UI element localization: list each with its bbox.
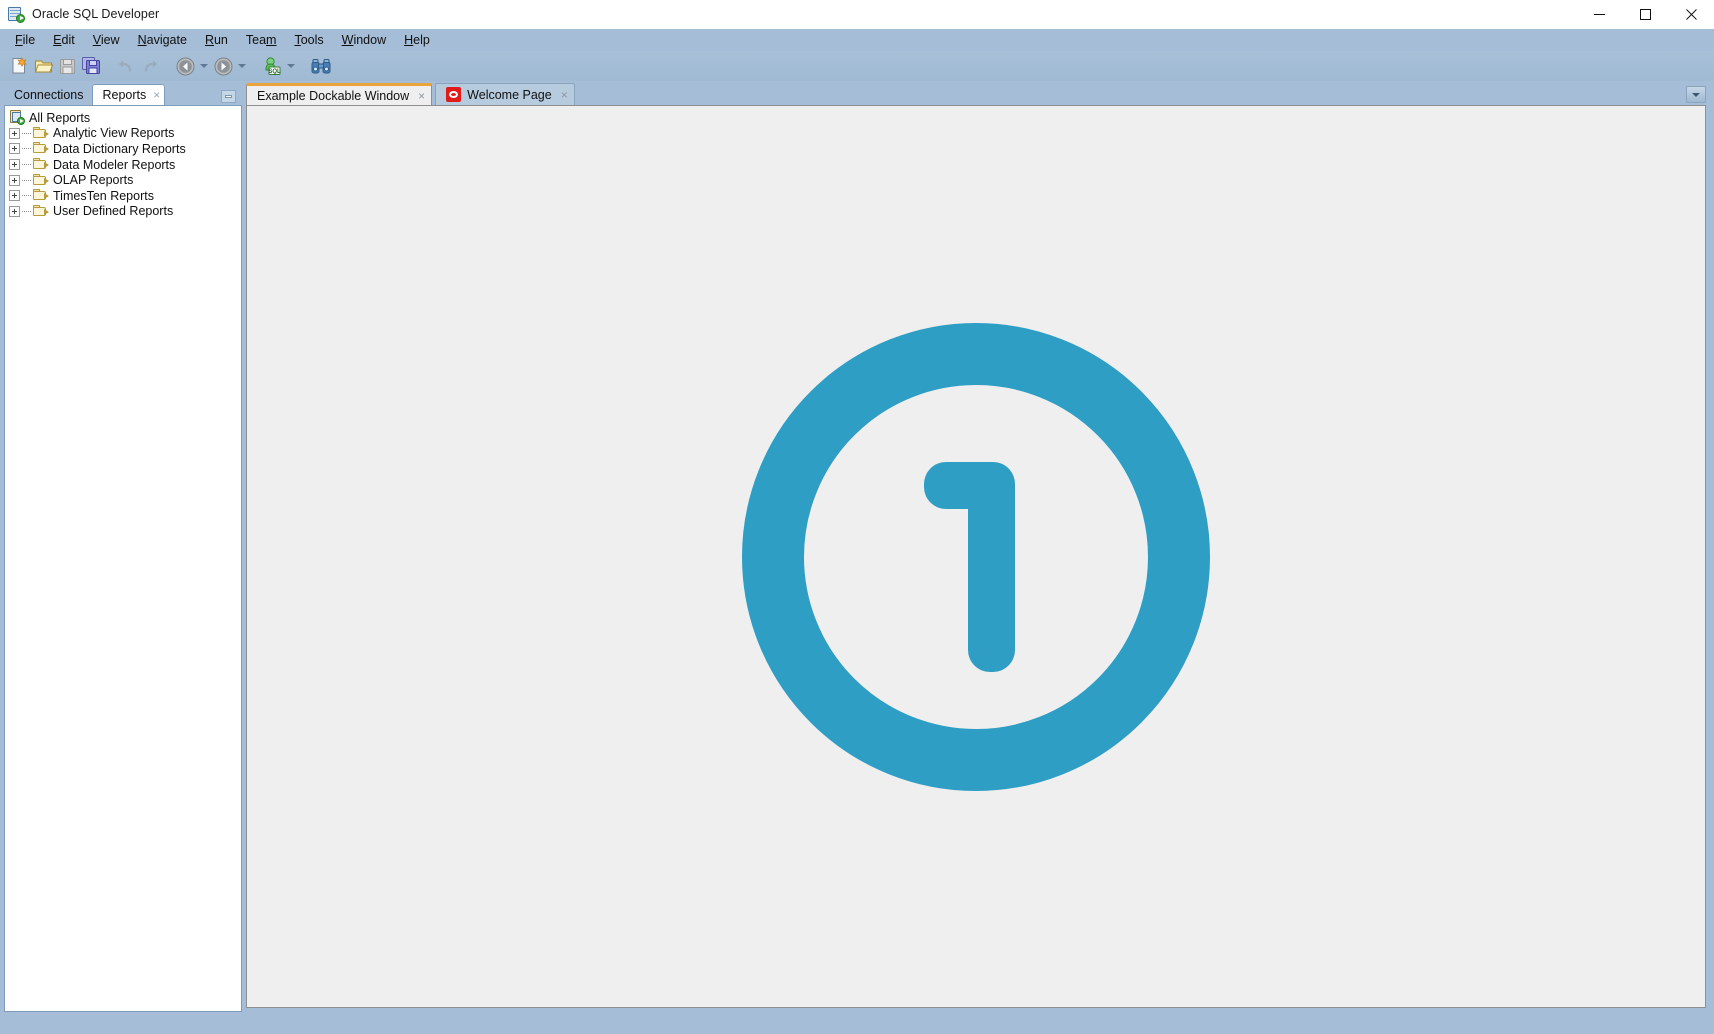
tab-welcome-page-close-icon[interactable]: × (561, 89, 568, 101)
main-toolbar: SQL (0, 51, 1714, 81)
tree-node-timesten-reports-label: TimesTen Reports (53, 188, 154, 203)
editor-tab-overflow-chevron-down-icon[interactable] (1686, 86, 1706, 103)
tree-connector (22, 179, 31, 181)
plus-icon[interactable] (9, 143, 20, 155)
tree-node-all-reports[interactable]: All Reports (5, 110, 241, 126)
folder-icon (33, 173, 49, 187)
left-dock-panel: Connections Reports × All Reports Analyt… (0, 81, 242, 1012)
sidebar-tab-reports-close-icon[interactable]: × (153, 89, 160, 101)
menu-team[interactable]: Team (237, 31, 286, 49)
tree-node-analytic-view-reports[interactable]: Analytic View Reports (5, 126, 241, 142)
menu-run[interactable]: Run (196, 31, 237, 49)
folder-icon (33, 158, 49, 171)
tree-node-olap-reports[interactable]: OLAP Reports (5, 172, 241, 188)
redo-arrow-icon[interactable] (138, 54, 162, 78)
folder-icon (33, 189, 49, 202)
sql-developer-icon (8, 6, 25, 23)
minimize-panel-icon[interactable] (221, 90, 236, 103)
editor-content-area (246, 105, 1706, 1008)
reports-tree: All Reports Analytic View Reports Data D… (5, 106, 241, 219)
editor-dock-panel: Example Dockable Window × Welcome Page × (242, 81, 1714, 1012)
menu-file[interactable]: File (6, 31, 44, 49)
tree-node-user-defined-reports[interactable]: User Defined Reports (5, 204, 241, 220)
folder-icon (33, 204, 49, 218)
tree-node-all-reports-label: All Reports (29, 110, 91, 125)
sql-worksheet-dropdown-chevron-down-icon[interactable] (284, 55, 298, 77)
main-content-area: Connections Reports × All Reports Analyt… (0, 81, 1714, 1012)
left-dock-tabstrip: Connections Reports × (0, 81, 242, 105)
plus-icon[interactable] (9, 159, 20, 171)
status-bar (0, 1012, 1714, 1034)
back-dropdown-chevron-down-icon[interactable] (197, 55, 211, 77)
menu-edit[interactable]: Edit (44, 31, 84, 49)
forward-dropdown-chevron-down-icon[interactable] (235, 55, 249, 77)
undo-arrow-icon[interactable] (114, 54, 138, 78)
plus-icon[interactable] (9, 127, 20, 139)
tree-connector (22, 210, 31, 212)
tree-node-timesten-reports[interactable]: TimesTen Reports (5, 188, 241, 204)
sidebar-tab-reports[interactable]: Reports × (91, 84, 166, 105)
tab-welcome-page-label: Welcome Page (467, 87, 552, 102)
tab-example-dockable-window-close-icon[interactable]: × (418, 90, 425, 102)
forward-arrow-icon[interactable] (211, 54, 235, 78)
close-button[interactable] (1668, 0, 1714, 29)
all-reports-icon (9, 110, 25, 126)
tree-connector (22, 132, 31, 134)
sidebar-tab-reports-label: Reports (102, 88, 147, 102)
maximize-button[interactable] (1622, 0, 1668, 29)
tab-welcome-page[interactable]: Welcome Page × (435, 83, 575, 105)
editor-tabstrip: Example Dockable Window × Welcome Page × (242, 81, 1714, 105)
menu-window[interactable]: Window (333, 31, 395, 49)
tree-connector (22, 148, 31, 150)
sidebar-tab-connections-label: Connections (14, 87, 84, 102)
tree-node-data-modeler-reports[interactable]: Data Modeler Reports (5, 157, 241, 173)
back-arrow-icon[interactable] (173, 54, 197, 78)
plus-icon[interactable] (9, 174, 20, 186)
reports-tree-panel[interactable]: All Reports Analytic View Reports Data D… (4, 105, 242, 1012)
menu-navigate[interactable]: Navigate (129, 31, 196, 49)
title-bar: Oracle SQL Developer (0, 0, 1714, 29)
binoculars-icon[interactable] (309, 54, 333, 78)
tree-node-data-modeler-reports-label: Data Modeler Reports (53, 157, 176, 172)
window-title: Oracle SQL Developer (32, 7, 160, 21)
new-file-icon[interactable] (7, 54, 31, 78)
minimize-button[interactable] (1576, 0, 1622, 29)
menu-help[interactable]: Help (395, 31, 439, 49)
tab-example-dockable-window[interactable]: Example Dockable Window × (246, 83, 433, 105)
tree-node-user-defined-reports-label: User Defined Reports (53, 204, 174, 219)
menu-view[interactable]: View (84, 31, 129, 49)
save-all-icon[interactable] (79, 54, 103, 78)
numbered-circle-one-graphic (742, 322, 1210, 791)
folder-icon (33, 142, 49, 155)
plus-icon[interactable] (9, 190, 20, 202)
save-icon[interactable] (55, 54, 79, 78)
plus-icon[interactable] (9, 205, 20, 217)
sidebar-tab-connections[interactable]: Connections (4, 84, 92, 105)
folder-icon (33, 126, 49, 140)
tree-node-olap-reports-label: OLAP Reports (53, 173, 134, 188)
tree-node-data-dictionary-reports[interactable]: Data Dictionary Reports (5, 141, 241, 157)
tree-node-data-dictionary-reports-label: Data Dictionary Reports (53, 141, 186, 156)
window-controls (1576, 0, 1714, 29)
application-window: Oracle SQL Developer File Edit View Navi… (0, 0, 1714, 1034)
menu-tools[interactable]: Tools (285, 31, 332, 49)
tree-connector (22, 195, 31, 197)
welcome-page-icon (446, 87, 462, 102)
editor-bottom-padding (242, 1008, 1714, 1012)
tree-connector (22, 164, 31, 166)
svg-text:SQL: SQL (268, 69, 281, 75)
tree-node-analytic-view-reports-label: Analytic View Reports (53, 126, 175, 141)
open-folder-icon[interactable] (31, 54, 55, 78)
menu-bar: File Edit View Navigate Run Team Tools W… (0, 29, 1714, 51)
menu-file-label: ile (22, 33, 36, 47)
tab-example-dockable-window-label: Example Dockable Window (257, 88, 410, 103)
sql-worksheet-icon[interactable]: SQL (260, 54, 284, 78)
